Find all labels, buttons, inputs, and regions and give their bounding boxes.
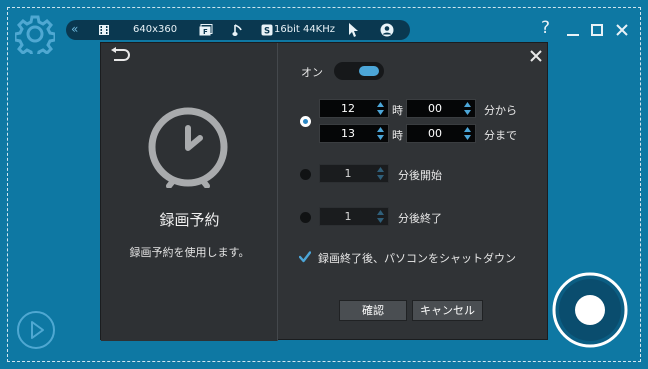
audio-format-text: 16bit 44KHz bbox=[274, 24, 336, 35]
dialog-info-panel: 録画予約 録画予約を使用します。 bbox=[101, 43, 278, 341]
shutdown-checkbox[interactable] bbox=[299, 251, 311, 263]
clock-icon bbox=[148, 107, 228, 188]
spinner-arrows-icon[interactable] bbox=[376, 126, 385, 141]
svg-text:S: S bbox=[264, 27, 270, 37]
resolution-text: 640x360 bbox=[133, 24, 178, 35]
spinner-arrows-icon[interactable] bbox=[463, 126, 472, 141]
minimize-icon[interactable] bbox=[567, 23, 579, 37]
help-button[interactable]: ? bbox=[541, 18, 550, 38]
end-minute-spinner[interactable]: 00 bbox=[406, 124, 476, 143]
collapse-chevron-icon[interactable]: « bbox=[71, 22, 78, 36]
end-after-value: 1 bbox=[344, 210, 352, 223]
record-button[interactable] bbox=[552, 272, 628, 348]
start-after-label: 分後開始 bbox=[398, 169, 442, 182]
start-minute-value: 00 bbox=[428, 102, 442, 115]
sound-source-icon: S bbox=[261, 24, 273, 36]
end-suffix: 分まで bbox=[484, 129, 517, 142]
spinner-arrows-icon[interactable] bbox=[376, 101, 385, 116]
start-minute-spinner[interactable]: 00 bbox=[406, 99, 476, 118]
audio-note-icon[interactable] bbox=[232, 23, 243, 37]
play-icon[interactable] bbox=[16, 310, 56, 350]
video-film-icon bbox=[99, 25, 109, 35]
spinner-arrows-icon[interactable] bbox=[376, 166, 385, 181]
back-arrow-icon[interactable] bbox=[109, 47, 131, 63]
toggle-knob bbox=[359, 66, 379, 76]
close-window-icon[interactable] bbox=[616, 24, 628, 36]
radio-end-after[interactable] bbox=[300, 212, 311, 223]
spinner-arrows-icon[interactable] bbox=[463, 101, 472, 116]
recording-info-bar: « 640x360 F S 16bit 44KHz bbox=[66, 20, 410, 40]
cursor-arrow-icon[interactable] bbox=[348, 22, 359, 37]
radio-time-range[interactable] bbox=[300, 116, 311, 127]
close-dialog-icon[interactable] bbox=[530, 50, 542, 62]
settings-gear-icon[interactable] bbox=[15, 14, 55, 54]
dialog-description: 録画予約を使用します。 bbox=[129, 246, 250, 259]
radio-start-after[interactable] bbox=[300, 169, 311, 180]
webcam-user-icon[interactable] bbox=[380, 23, 394, 37]
end-hour-spinner[interactable]: 13 bbox=[319, 124, 389, 143]
ok-button[interactable]: 確認 bbox=[339, 300, 407, 321]
cancel-button[interactable]: キャンセル bbox=[412, 300, 483, 321]
svg-text:F: F bbox=[203, 28, 208, 36]
start-after-value: 1 bbox=[344, 167, 352, 180]
end-after-spinner[interactable]: 1 bbox=[319, 207, 389, 226]
spinner-arrows-icon[interactable] bbox=[376, 209, 385, 224]
start-after-spinner[interactable]: 1 bbox=[319, 164, 389, 183]
start-hour-unit: 時 bbox=[392, 104, 403, 117]
end-after-label: 分後終了 bbox=[398, 212, 442, 225]
on-label: オン bbox=[301, 66, 323, 79]
end-hour-unit: 時 bbox=[392, 129, 403, 142]
schedule-dialog: 録画予約 録画予約を使用します。 オン 12 時 00 分から 13 時 00 … bbox=[100, 42, 548, 341]
start-hour-value: 12 bbox=[341, 102, 355, 115]
end-minute-value: 00 bbox=[428, 127, 442, 140]
start-suffix: 分から bbox=[484, 104, 517, 117]
fullscreen-mode-icon[interactable]: F bbox=[199, 24, 213, 36]
schedule-toggle[interactable] bbox=[334, 62, 384, 80]
start-hour-spinner[interactable]: 12 bbox=[319, 99, 389, 118]
shutdown-label: 録画終了後、パソコンをシャットダウン bbox=[318, 252, 516, 265]
end-hour-value: 13 bbox=[341, 127, 355, 140]
maximize-icon[interactable] bbox=[591, 24, 603, 36]
dialog-title: 録画予約 bbox=[159, 211, 220, 229]
